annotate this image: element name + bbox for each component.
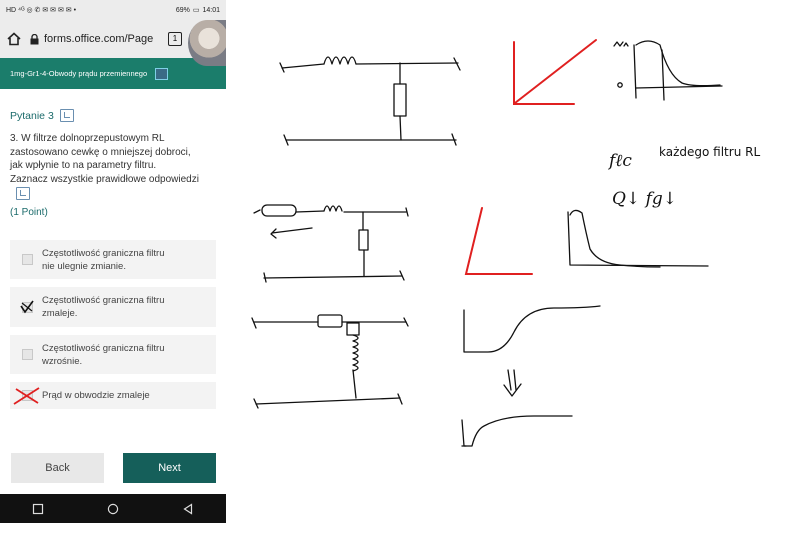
url-text: forms.office.com/Page (44, 33, 154, 45)
typed-note: każdego filtru RL (659, 145, 760, 159)
immersive-reader-icon[interactable] (16, 187, 30, 201)
rl-filter-circuit-1 (279, 56, 461, 146)
handwritten-q-fg: Q↓ fg↓ (612, 189, 677, 209)
option-checkbox[interactable] (22, 254, 33, 265)
option-label: Częstotliwość graniczna filtru wzrośnie. (42, 342, 165, 367)
home-nav-icon[interactable] (107, 503, 119, 515)
answer-option-2[interactable]: Częstotliwość graniczna filtru zmaleje. (10, 287, 216, 327)
option-checkbox[interactable] (22, 349, 33, 360)
back-nav-icon[interactable] (182, 502, 194, 515)
red-cross-mark (13, 387, 40, 405)
red-graphs (464, 39, 597, 275)
answer-option-3[interactable]: Częstotliwość graniczna filtru wzrośnie. (10, 335, 216, 374)
answer-option-1[interactable]: Częstotliwość graniczna filtru nie ulegni… (10, 240, 216, 279)
option-label: Częstotliwość graniczna filtru zmaleje. (42, 295, 165, 319)
red-line-rising (514, 39, 597, 104)
presenter-avatar (188, 20, 226, 66)
rl-filter-circuit-3 (251, 314, 409, 409)
option-checkbox[interactable] (13, 387, 40, 405)
rl-filter-circuit-2 (253, 204, 409, 283)
form-title: 1mg-Gr1-4-Obwody prądu przemiennego (10, 69, 148, 78)
bode-sketch-1 (613, 40, 723, 101)
option-label: Prąd w obwodzie zmaleje (42, 390, 150, 401)
status-icons-left: HD ⁴ᴳ ◎ ✆ ✉ ✉ ✉ ✉ • (6, 7, 77, 14)
question-content: Pytanie 3 3. W filtrze dolnoprzepustowym… (0, 109, 226, 218)
immersive-reader-icon[interactable] (59, 109, 74, 122)
arrow-down-sketch (503, 369, 522, 397)
step-response-sketch (463, 305, 601, 353)
impulse-response-sketch (461, 415, 573, 447)
phone-screen: HD ⁴ᴳ ◎ ✆ ✉ ✉ ✉ ✉ • 69% ▭ 14:01 forms.of… (0, 0, 226, 523)
tab-switcher-button[interactable]: 1 (168, 32, 182, 46)
address-bar[interactable]: forms.office.com/Page (30, 33, 160, 45)
whiteboard: każdego filtru RL fℓc Q↓ fg↓ (226, 0, 786, 554)
question-text: 3. W filtrze dolnoprzepustowym RL zastos… (10, 132, 216, 205)
handwritten-flc: fℓc (607, 151, 632, 171)
clock: 14:01 (202, 6, 220, 14)
answer-option-4[interactable]: Prąd w obwodzie zmaleje (10, 382, 216, 409)
form-header: 1mg-Gr1-4-Obwody prądu przemiennego (0, 58, 226, 89)
android-nav-bar (0, 494, 226, 523)
status-bar: HD ⁴ᴳ ◎ ✆ ✉ ✉ ✉ ✉ • 69% ▭ 14:01 (0, 0, 226, 20)
home-icon[interactable] (6, 31, 22, 47)
red-axes-2 (464, 207, 533, 275)
lock-icon (30, 33, 39, 44)
next-button[interactable]: Next (123, 453, 216, 483)
recents-icon[interactable] (32, 503, 44, 515)
battery-level: 69% (175, 6, 190, 14)
battery-icon: ▭ (192, 7, 200, 14)
option-checkbox[interactable] (20, 300, 34, 313)
option-label: Częstotliwość graniczna filtru nie ulegni… (42, 247, 165, 272)
back-button[interactable]: Back (11, 453, 104, 483)
whiteboard-drawing: każdego filtru RL fℓc Q↓ fg↓ (251, 39, 760, 447)
question-points: (1 Point) (10, 206, 48, 218)
handwritten-check-mark (20, 300, 34, 313)
question-heading: Pytanie 3 (10, 109, 54, 122)
immersive-reader-icon[interactable] (155, 67, 169, 80)
bode-sketch-2 (567, 209, 709, 268)
red-axes-1 (513, 41, 575, 105)
